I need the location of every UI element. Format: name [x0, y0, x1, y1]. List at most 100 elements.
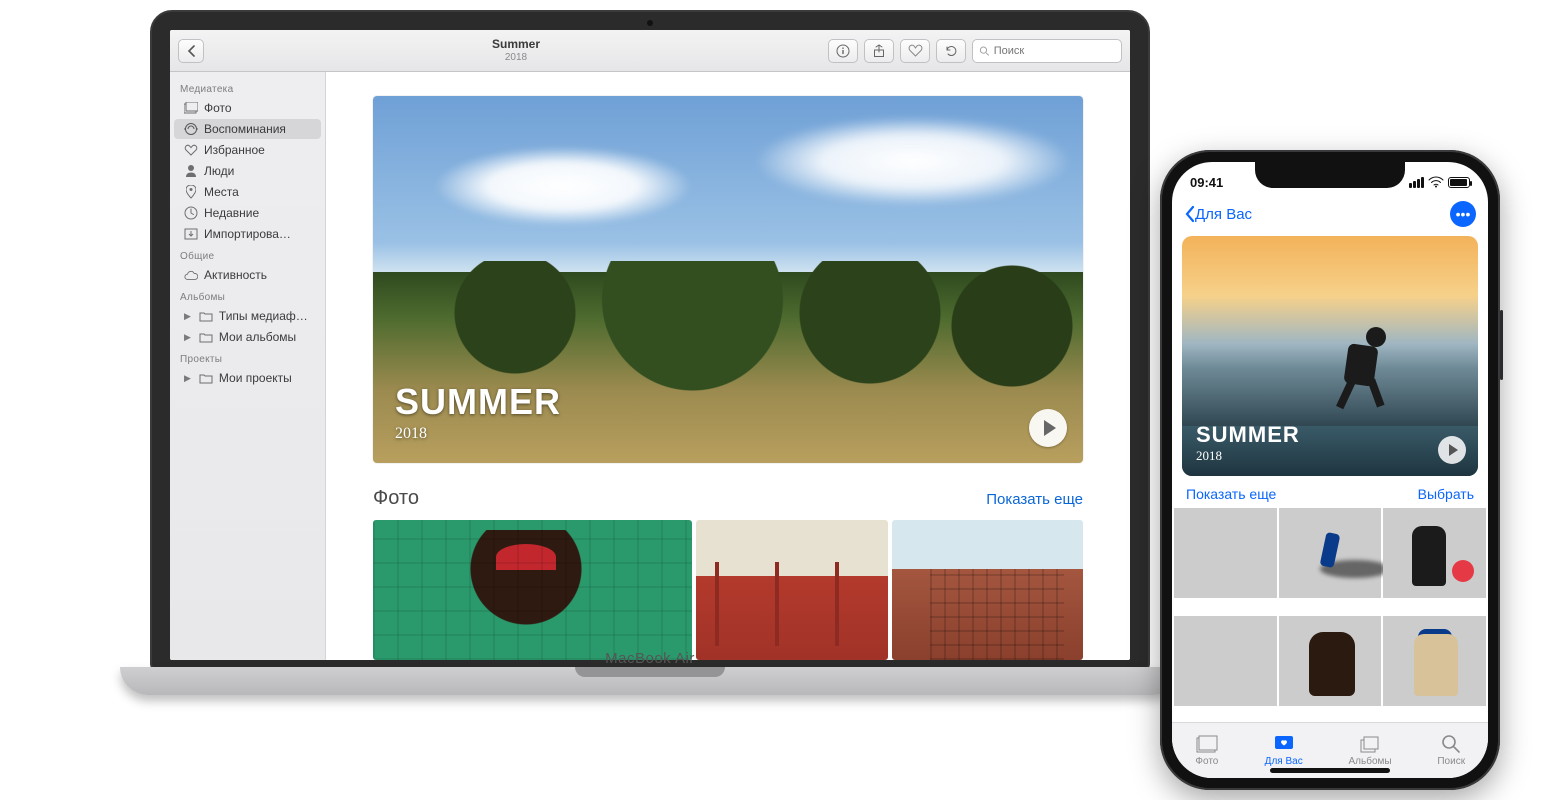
- app-body: Медиатека Фото Воспоминания Избранное Лю…: [170, 72, 1130, 660]
- content-area: SUMMER 2018 Фото Показать еще: [326, 72, 1130, 660]
- iphone-show-more-link[interactable]: Показать еще: [1186, 486, 1276, 502]
- iphone-photo-thumbnail[interactable]: [1174, 508, 1277, 598]
- tab-search[interactable]: Поиск: [1437, 734, 1465, 767]
- folder-icon: [199, 371, 213, 385]
- iphone-photo-thumbnail[interactable]: [1279, 616, 1382, 706]
- search-field[interactable]: [972, 39, 1122, 63]
- person-icon: [184, 164, 198, 178]
- sidebar-group-shared: Общие: [170, 245, 325, 264]
- camera-dot: [647, 20, 653, 26]
- cellular-icon: [1409, 177, 1424, 188]
- tab-label: Для Вас: [1265, 756, 1303, 767]
- sidebar-item-recents[interactable]: Недавние: [174, 203, 321, 223]
- sidebar-item-media-types[interactable]: ▶ Типы медиаф…: [174, 306, 321, 326]
- cloud-icon: [184, 268, 198, 282]
- iphone-back-label: Для Вас: [1195, 206, 1252, 223]
- disclosure-arrow-icon: ▶: [184, 373, 191, 384]
- sidebar-item-imports[interactable]: Импортирова…: [174, 224, 321, 244]
- photo-thumbnail[interactable]: [892, 520, 1083, 660]
- sidebar-item-my-albums[interactable]: ▶Мои альбомы: [174, 327, 321, 347]
- sidebar-item-label: Активность: [204, 268, 267, 282]
- battery-icon: [1448, 177, 1470, 188]
- macbook-base: [120, 667, 1180, 695]
- macbook-label: MacBook Air: [120, 650, 1180, 667]
- pin-icon: [184, 185, 198, 199]
- folder-icon: [199, 309, 213, 323]
- play-button[interactable]: [1029, 409, 1067, 447]
- iphone-photo-thumbnail[interactable]: [1279, 508, 1382, 598]
- share-button[interactable]: [864, 39, 894, 63]
- sidebar-item-favorites[interactable]: Избранное: [174, 140, 321, 160]
- iphone-photo-thumbnail[interactable]: [1383, 508, 1486, 598]
- sidebar-item-people[interactable]: Люди: [174, 161, 321, 181]
- home-indicator[interactable]: [1270, 768, 1390, 773]
- photo-thumbnail[interactable]: [696, 520, 887, 660]
- sidebar-item-label: Места: [204, 185, 239, 199]
- iphone-more-button[interactable]: •••: [1450, 201, 1476, 227]
- albums-tab-icon: [1358, 734, 1382, 754]
- tab-for-you[interactable]: Для Вас: [1265, 734, 1303, 767]
- section-title: Фото: [373, 487, 419, 510]
- iphone-photo-thumbnail[interactable]: [1383, 616, 1486, 706]
- sidebar-item-my-projects[interactable]: ▶Мои проекты: [174, 368, 321, 388]
- iphone-play-button[interactable]: [1438, 436, 1466, 464]
- sidebar-item-photos[interactable]: Фото: [174, 98, 321, 118]
- tab-label: Альбомы: [1349, 756, 1392, 767]
- import-icon: [184, 227, 198, 241]
- favorite-button[interactable]: [900, 39, 930, 63]
- disclosure-arrow-icon: ▶: [184, 311, 191, 322]
- sidebar-item-label: Недавние: [204, 206, 259, 220]
- iphone-back-button[interactable]: Для Вас: [1184, 205, 1252, 223]
- show-more-link[interactable]: Показать еще: [986, 491, 1083, 508]
- iphone-memory-year: 2018: [1196, 448, 1300, 464]
- macbook-screen: Summer 2018: [150, 10, 1150, 670]
- sidebar-item-label: Избранное: [204, 143, 265, 157]
- sidebar-item-label: Воспоминания: [204, 122, 286, 136]
- iphone-nav-bar: Для Вас •••: [1172, 196, 1488, 232]
- memories-icon: [184, 122, 198, 136]
- back-button[interactable]: [178, 39, 204, 63]
- memory-year: 2018: [395, 425, 561, 443]
- photo-thumbnail[interactable]: [373, 520, 692, 660]
- window-subtitle: 2018: [210, 52, 822, 63]
- iphone-device: 09:41 Для Вас ••• SUMMER 2018 По: [1160, 150, 1500, 790]
- sidebar-item-activity[interactable]: Активность: [174, 265, 321, 285]
- window-toolbar: Summer 2018: [170, 30, 1130, 72]
- iphone-notch: [1255, 162, 1405, 188]
- tab-label: Поиск: [1437, 756, 1465, 767]
- status-time: 09:41: [1190, 175, 1223, 190]
- memory-hero[interactable]: SUMMER 2018: [373, 96, 1083, 463]
- tab-albums[interactable]: Альбомы: [1349, 734, 1392, 767]
- disclosure-arrow-icon: ▶: [184, 332, 191, 343]
- photos-icon: [184, 101, 198, 115]
- iphone-screen: 09:41 Для Вас ••• SUMMER 2018 По: [1172, 162, 1488, 778]
- sidebar-item-places[interactable]: Места: [174, 182, 321, 202]
- iphone-photo-grid: [1172, 508, 1488, 722]
- memory-title: SUMMER: [395, 381, 561, 423]
- chevron-left-icon: [1184, 205, 1195, 223]
- window-title: Summer: [210, 38, 822, 51]
- search-input[interactable]: [994, 45, 1115, 57]
- iphone-memory-hero[interactable]: SUMMER 2018: [1182, 236, 1478, 476]
- iphone-photo-thumbnail[interactable]: [1174, 616, 1277, 706]
- sidebar-item-label: Фото: [204, 101, 232, 115]
- for-you-tab-icon: [1272, 734, 1296, 754]
- photos-app-window: Summer 2018: [170, 30, 1130, 660]
- memory-hero-title: SUMMER 2018: [395, 381, 561, 443]
- tab-label: Фото: [1195, 756, 1218, 767]
- iphone-select-link[interactable]: Выбрать: [1418, 486, 1474, 502]
- wifi-icon: [1428, 176, 1444, 188]
- sidebar-item-label: Типы медиаф…: [219, 309, 308, 323]
- info-button[interactable]: [828, 39, 858, 63]
- sidebar-group-projects: Проекты: [170, 348, 325, 367]
- tab-photos[interactable]: Фото: [1195, 734, 1219, 767]
- heart-icon: [184, 143, 198, 157]
- sidebar-item-memories[interactable]: Воспоминания: [174, 119, 321, 139]
- macbook-device: Summer 2018: [120, 10, 1180, 780]
- rotate-button[interactable]: [936, 39, 966, 63]
- photos-tab-icon: [1195, 734, 1219, 754]
- photo-grid: [373, 520, 1083, 660]
- iphone-hero-title: SUMMER 2018: [1196, 422, 1300, 464]
- sidebar-item-label: Люди: [204, 164, 234, 178]
- sidebar-item-label: Импортирова…: [204, 227, 291, 241]
